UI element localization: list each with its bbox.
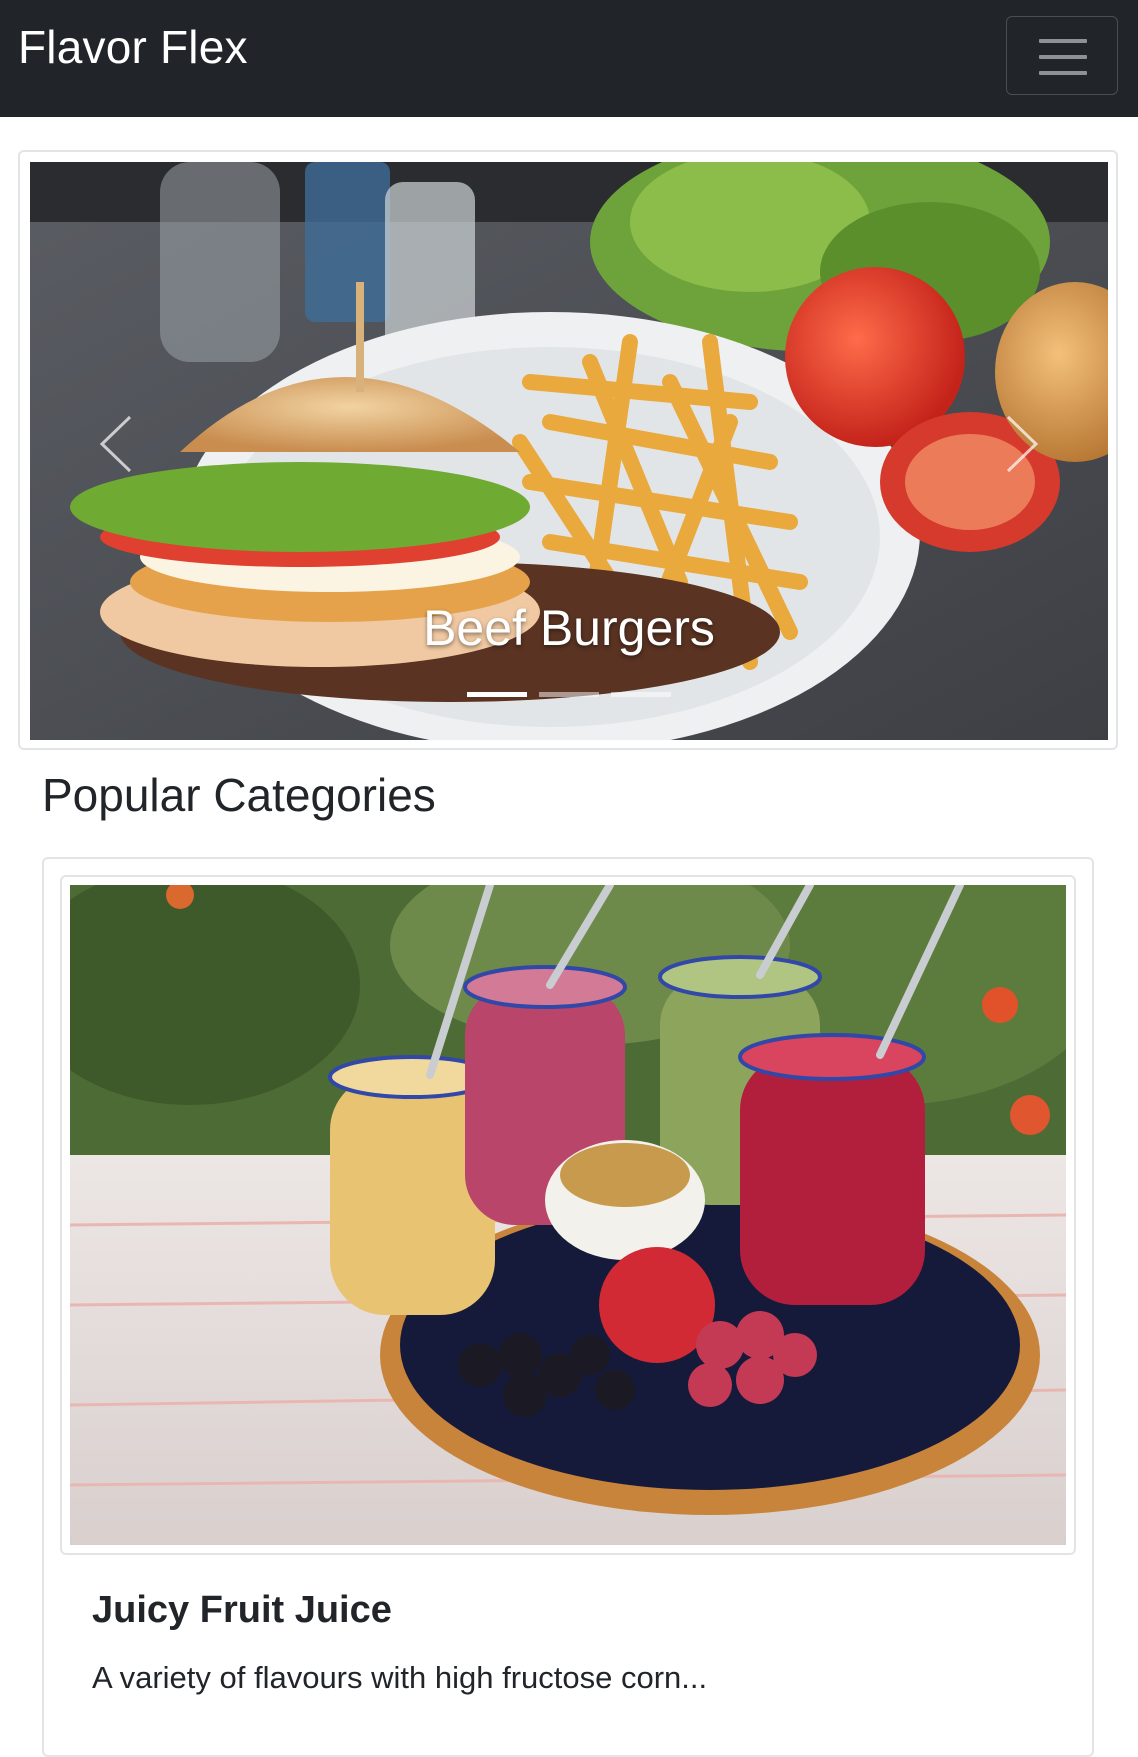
category-card-description: A variety of flavours with high fructose… (92, 1660, 708, 1695)
category-card[interactable]: Juicy Fruit Juice A variety of flavours … (42, 857, 1094, 1757)
popular-categories-heading: Popular Categories (42, 769, 436, 821)
hamburger-menu-icon (1039, 39, 1087, 43)
carousel-next-button[interactable] (978, 382, 1068, 502)
hamburger-menu-icon-bar (1039, 55, 1087, 59)
carousel-prev-button[interactable] (70, 382, 160, 502)
carousel-indicators (30, 692, 1108, 698)
carousel-indicator-3[interactable] (611, 692, 671, 697)
navbar-toggle-button[interactable] (1006, 16, 1118, 95)
chevron-right-icon (1006, 415, 1039, 473)
top-navbar: Flavor Flex (0, 0, 1138, 117)
smoothies-image (70, 885, 1066, 1545)
carousel-indicator-2[interactable] (539, 692, 599, 697)
carousel-indicator-1[interactable] (467, 692, 527, 697)
category-card-image (70, 885, 1066, 1545)
carousel-caption: Beef Burgers (423, 600, 715, 656)
hero-carousel-frame: Beef Burgers (18, 150, 1118, 750)
category-card-title[interactable]: Juicy Fruit Juice (92, 1585, 392, 1635)
hamburger-menu-icon-bar (1039, 71, 1087, 75)
hero-carousel: Beef Burgers (30, 162, 1108, 740)
brand-logo-text[interactable]: Flavor Flex (18, 18, 248, 76)
category-card-image-frame (60, 875, 1076, 1555)
chevron-left-icon (99, 415, 132, 473)
